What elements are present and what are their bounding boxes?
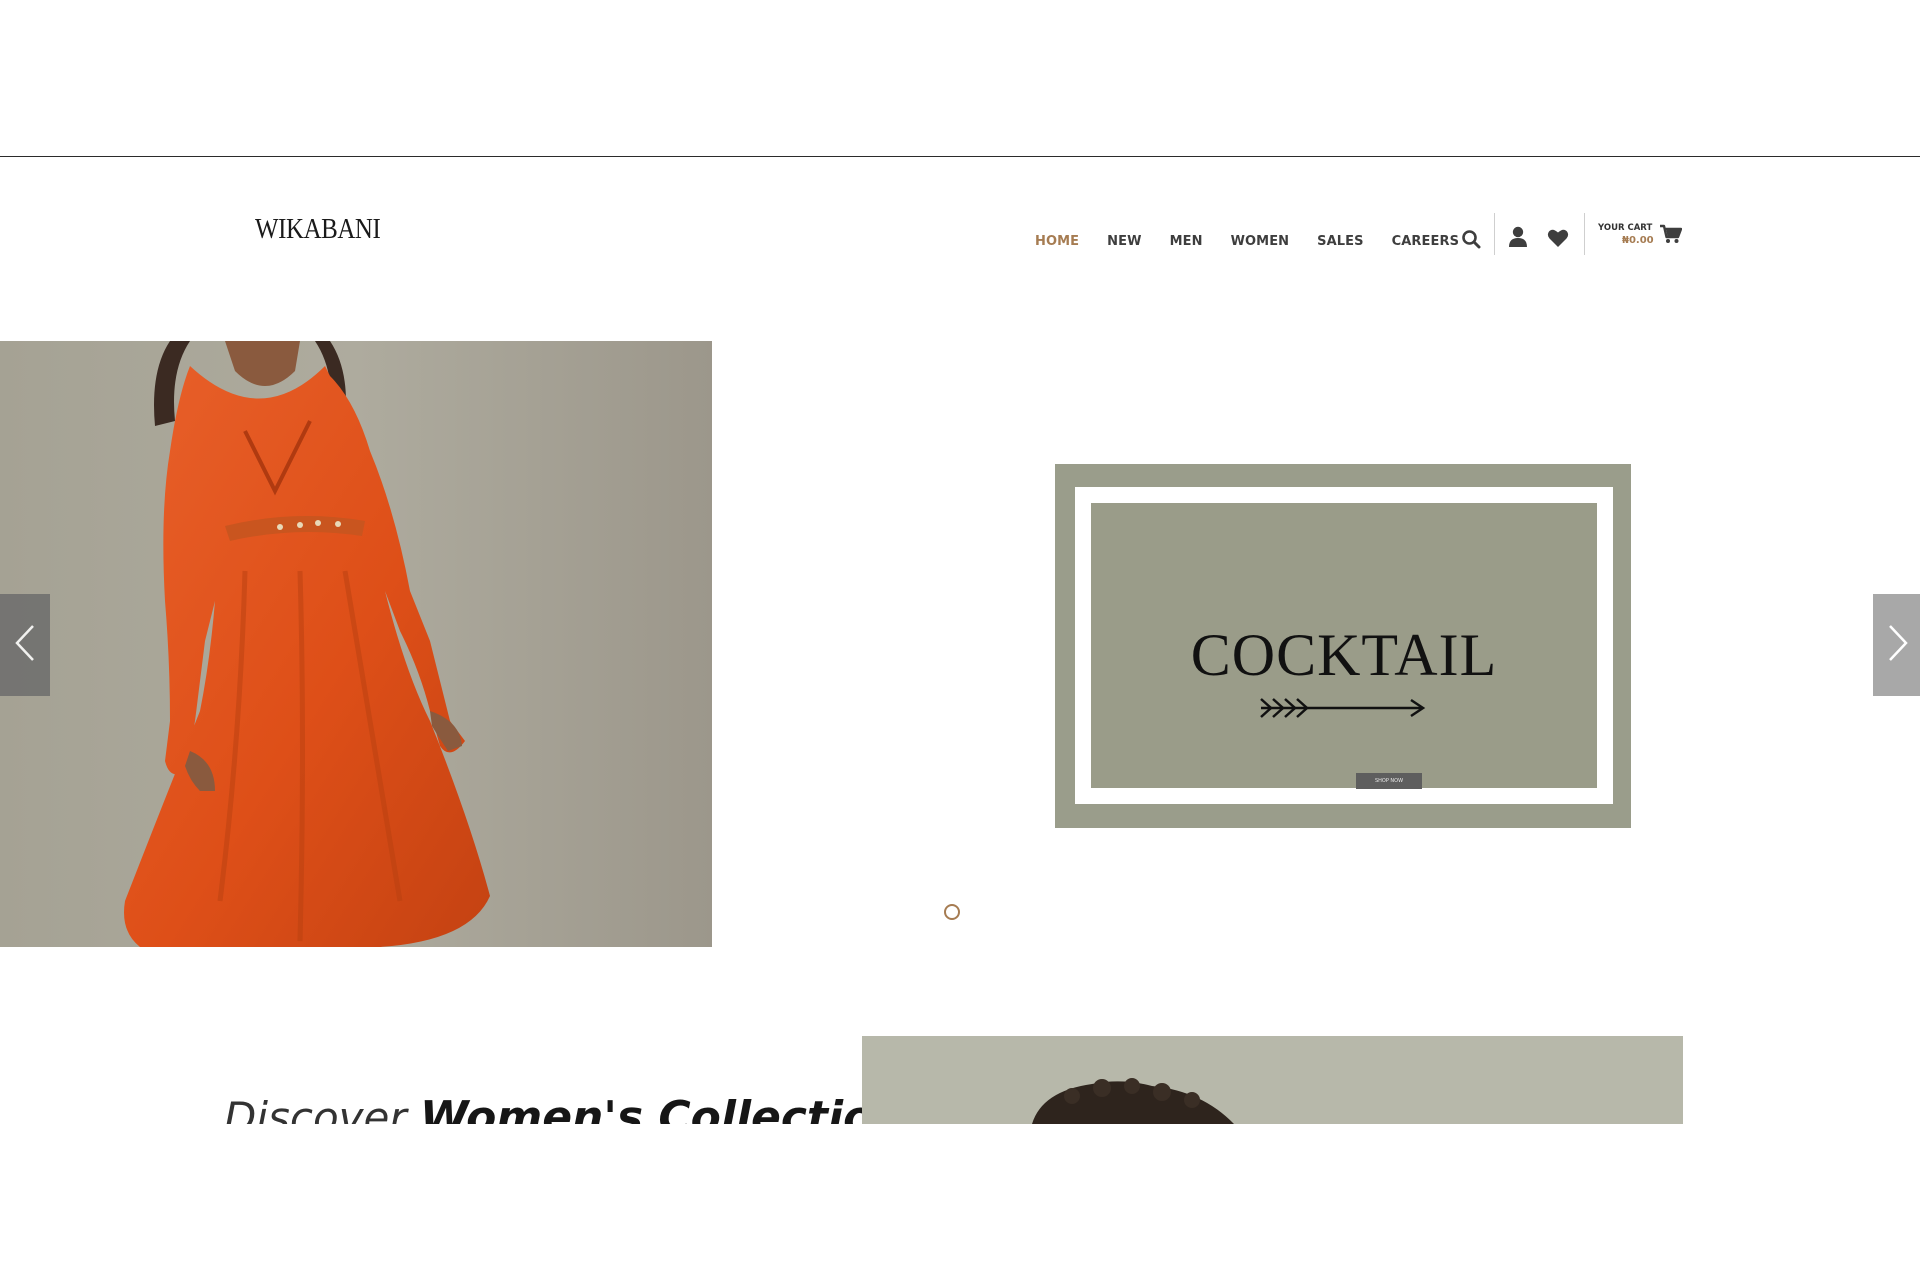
collection-photo[interactable] xyxy=(862,1036,1683,1124)
nav-item-careers[interactable]: CAREERS xyxy=(1392,234,1459,249)
slider-next-button[interactable] xyxy=(1873,594,1920,696)
header-separator xyxy=(1584,213,1585,255)
chevron-left-icon xyxy=(14,623,36,668)
slider-prev-button[interactable] xyxy=(0,594,50,696)
cart-label: YOUR CART xyxy=(1598,223,1653,233)
nav-item-men[interactable]: MEN xyxy=(1170,234,1203,249)
discover-heading-light: Discover xyxy=(224,1093,420,1124)
nav-item-sales[interactable]: SALES xyxy=(1317,234,1363,249)
cocktail-banner[interactable]: COCKTAIL SHOP NOW xyxy=(1055,464,1631,828)
discover-heading-bold: Women's Collection xyxy=(420,1092,905,1124)
banner-shop-button[interactable]: SHOP NOW xyxy=(1356,773,1422,789)
nav-item-new[interactable]: NEW xyxy=(1107,234,1141,249)
nav-item-women[interactable]: WOMEN xyxy=(1231,234,1290,249)
site-header: WIKABANI HOME NEW MEN WOMEN SALES CAREER… xyxy=(0,157,1920,337)
banner-frame: COCKTAIL SHOP NOW xyxy=(1075,487,1613,804)
hero-slider: COCKTAIL SHOP NOW xyxy=(0,340,1920,952)
heart-icon[interactable] xyxy=(1546,226,1570,250)
cart-amount: ₦0.00 xyxy=(1622,235,1654,246)
user-icon[interactable] xyxy=(1506,225,1530,249)
cart-icon xyxy=(1660,224,1683,249)
slider-dot[interactable] xyxy=(944,904,960,920)
arrow-right-icon xyxy=(1259,696,1427,725)
header-separator xyxy=(1494,213,1495,255)
brand-logo[interactable]: WIKABANI xyxy=(255,213,381,246)
discover-section: Discover Women's Collection xyxy=(0,1000,1920,1124)
chevron-right-icon xyxy=(1887,623,1909,668)
discover-heading: Discover Women's Collection xyxy=(224,1092,905,1124)
hero-photo-orange-dress xyxy=(0,341,712,947)
banner-title: COCKTAIL xyxy=(1190,622,1498,688)
nav-item-home[interactable]: HOME xyxy=(1035,234,1079,249)
main-nav: HOME NEW MEN WOMEN SALES CAREERS xyxy=(1035,225,1487,257)
search-icon[interactable] xyxy=(1459,227,1483,251)
cart-widget[interactable]: YOUR CART ₦0.00 xyxy=(1598,220,1683,256)
